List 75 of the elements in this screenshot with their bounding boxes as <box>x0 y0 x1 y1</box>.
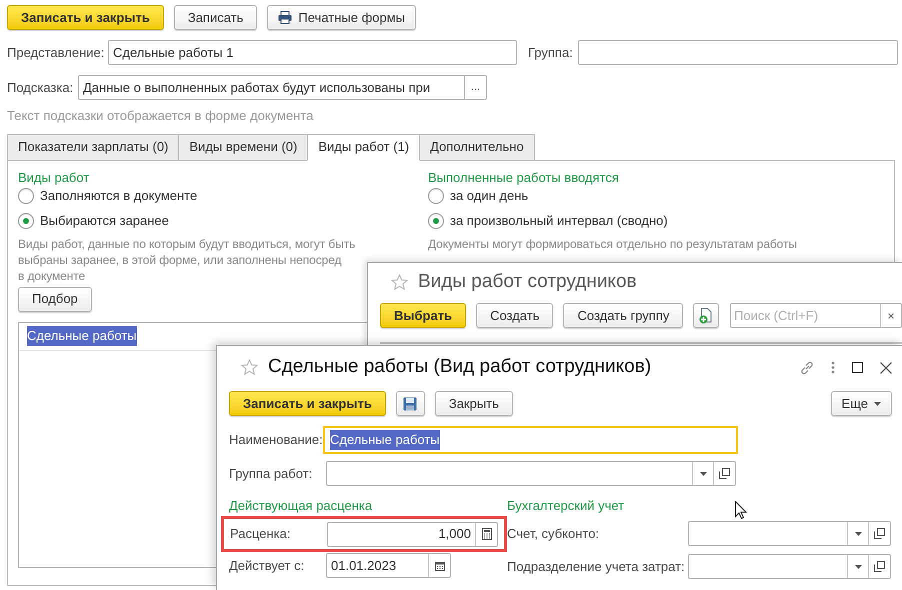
list-row[interactable]: Сдельные работы <box>27 326 137 346</box>
field-label: Группа: <box>528 44 574 62</box>
section-title: Выполненные работы вводятся <box>428 168 619 184</box>
field-label: Действует с: <box>229 556 306 575</box>
dropdown-caret-icon <box>700 472 706 476</box>
printer-icon <box>278 11 292 24</box>
name-field[interactable]: Сдельные работы <box>323 426 738 454</box>
ellipsis-button[interactable]: ... <box>465 75 487 100</box>
dropdown-caret-icon <box>874 402 881 406</box>
field-label: Расценка: <box>230 525 292 544</box>
number-field[interactable]: 1,000 <box>326 522 498 546</box>
save-button[interactable] <box>396 391 425 416</box>
radio-label: за один день <box>450 187 528 206</box>
plain-button[interactable]: Закрыть <box>434 391 513 416</box>
radio-label: Заполняются в документе <box>40 187 198 206</box>
close-icon[interactable] <box>880 362 892 374</box>
field-label: Подсказка: <box>7 78 74 97</box>
link-icon[interactable] <box>800 360 814 374</box>
mouse-cursor-icon <box>735 501 747 519</box>
plain-button[interactable]: Записать <box>174 5 258 30</box>
dropdown-caret-icon <box>854 532 862 536</box>
section-title: Виды работ <box>18 168 90 184</box>
plain-button[interactable]: Создать группу <box>563 303 684 328</box>
window-title: Сдельные работы (Вид работ сотрудников) <box>268 355 652 380</box>
input-field[interactable] <box>578 40 898 65</box>
calculator-icon <box>482 528 492 540</box>
combo-field[interactable] <box>688 521 891 546</box>
dropdown-caret-icon <box>854 564 862 568</box>
star-icon[interactable] <box>391 274 408 290</box>
combo-field[interactable] <box>326 461 736 486</box>
radio-label: за произвольный интервал (сводно) <box>450 212 668 230</box>
pick-button[interactable]: Подбор <box>18 286 92 312</box>
search-field[interactable]: Поиск (Ctrl+F) × <box>730 303 902 328</box>
primary-button[interactable]: Записать и закрыть <box>7 5 164 30</box>
field-label: Представление: <box>7 44 106 62</box>
more-options-icon[interactable] <box>831 361 835 374</box>
radio-button[interactable] <box>18 213 34 229</box>
input-field[interactable]: Данные о выполненных работах будут использованы при <box>78 75 465 100</box>
more-button[interactable]: Еще <box>830 391 892 416</box>
input-field[interactable]: Сдельные работы 1 <box>108 40 517 65</box>
hint-note: Текст подсказки отображается в форме документа <box>7 107 314 125</box>
radio-button[interactable] <box>428 213 444 229</box>
window-title: Виды работ сотрудников <box>418 270 637 294</box>
field-label: Подразделение учета затрат: <box>507 558 686 576</box>
clear-search-button[interactable]: × <box>880 304 901 327</box>
primary-button[interactable]: Записать и закрыть <box>229 391 386 416</box>
open-window-icon <box>719 468 730 479</box>
print-forms-button[interactable]: Печатные формы <box>267 5 416 30</box>
field-label: Группа работ: <box>229 464 314 483</box>
radio-button[interactable] <box>428 188 444 204</box>
open-window-icon <box>874 528 885 539</box>
radio-label: Выбираются заранее <box>40 212 169 230</box>
description-text: Документы могут формироваться отдельно по результатам работы <box>428 236 797 252</box>
combo-field[interactable] <box>688 554 891 579</box>
radio-button[interactable] <box>18 188 34 204</box>
new-document-icon <box>699 308 714 324</box>
star-icon[interactable] <box>241 359 258 376</box>
field-label: Наименование: <box>229 431 323 450</box>
description-text: выбраны заранее, в этой форме, или заполнены непосред <box>18 252 342 268</box>
open-window-icon <box>874 561 885 572</box>
primary-button[interactable]: Выбрать <box>380 303 466 328</box>
tab[interactable]: Показатели зарплаты (0) <box>7 134 180 160</box>
description-text: Виды работ, данные по которым будут вводиться, могут быть <box>18 236 356 252</box>
field-label: Счет, субконто: <box>507 524 600 543</box>
section-title: Действующая расценка <box>229 497 372 512</box>
tab[interactable]: Виды времени (0) <box>178 134 308 160</box>
section-title: Бухгалтерский учет <box>507 497 624 512</box>
new-document-button[interactable] <box>693 303 719 328</box>
calendar-icon <box>434 560 444 570</box>
description-text: в документе <box>18 268 86 284</box>
date-field[interactable]: 01.01.2023 <box>326 553 451 578</box>
plain-button[interactable]: Создать <box>476 303 554 328</box>
tab[interactable]: Дополнительно <box>419 134 535 160</box>
tab[interactable]: Виды работ (1) <box>307 134 420 160</box>
maximize-icon[interactable] <box>852 362 863 373</box>
